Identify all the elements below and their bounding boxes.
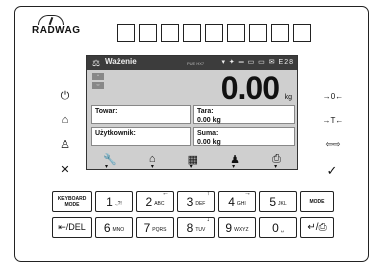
mode-button[interactable]: MODE [300, 191, 334, 212]
field-towar[interactable]: Towar: [91, 105, 191, 124]
key-4[interactable]: 4 GHI → [218, 190, 256, 212]
field-towar-label: Towar: [95, 108, 118, 115]
cancel-button[interactable]: ✕ [55, 163, 75, 176]
brand-logo-text: RADWAG [32, 25, 81, 36]
indicator-led [227, 24, 245, 42]
indicator-led [139, 24, 157, 42]
key-8[interactable]: 8 TUV ↓ [177, 216, 215, 238]
transfer-button[interactable]: ⇦⇨ [318, 139, 348, 150]
weight-readout: 0.00 [220, 70, 280, 106]
left-arrow-icon: ← [162, 190, 169, 197]
indicator-led [205, 24, 223, 42]
indicator-led [271, 24, 289, 42]
field-tara-label: Tara: [197, 108, 214, 115]
key-digit: 3 [186, 194, 194, 209]
field-suma[interactable]: Suma: 0.00 kg [193, 127, 295, 146]
printer-icon[interactable]: ⎙ [272, 153, 281, 170]
indicator-led [183, 24, 201, 42]
indicator-led [293, 24, 311, 42]
user-config-icon[interactable]: ♟ [230, 153, 240, 170]
barcode-icon[interactable]: ▦ [188, 153, 198, 170]
key-digit: 5 [269, 194, 277, 209]
warehouse-icon[interactable]: ⌂ [149, 153, 156, 170]
key-letters: JKL [278, 200, 287, 207]
key-digit: 9 [225, 220, 233, 235]
weight-unit: kg [284, 94, 292, 101]
key-digit: 7 [143, 220, 151, 235]
key-letters: .,?! [114, 200, 122, 207]
key-letters: WXYZ [234, 226, 249, 233]
key-letters: TUV [195, 226, 206, 233]
stability-indicator-icon: ⇔ [92, 82, 104, 89]
key-3[interactable]: 3 DEF ↑ [177, 190, 215, 212]
key-digit: 2 [145, 194, 153, 209]
field-uzytkownik[interactable]: Użytkownik: [91, 127, 191, 146]
up-arrow-icon: ↑ [206, 190, 211, 197]
user-button[interactable]: ♙ [55, 138, 75, 151]
key-0[interactable]: 0 ␣ [259, 217, 297, 238]
wrench-icon[interactable]: 🔧 [103, 153, 117, 170]
key-digit: 4 [228, 194, 235, 209]
home-button[interactable]: ⌂ [55, 114, 75, 126]
screen-topbar: ⚖ Ważenie PUE HX7 ▾ ✦ ═ ▭ ▭ ✉ E28 [87, 56, 297, 70]
key-digit: 8 [186, 220, 194, 235]
brand-logo: RADWAG [32, 15, 81, 36]
key-digit: 0 [272, 220, 279, 235]
logo-arc-icon [38, 15, 64, 25]
indicator-led [117, 24, 135, 42]
key-letters: ␣ [280, 226, 284, 233]
key-letters: DEF [195, 200, 206, 207]
indicator-leds [117, 24, 311, 42]
key-digit: 1 [106, 194, 113, 209]
down-arrow-icon: ↓ [206, 216, 211, 223]
enter-print-button[interactable]: ↵/⎙ [300, 217, 334, 238]
status-icons: ▾ ✦ ═ ▭ ▭ ✉ E28 [221, 59, 294, 66]
key-letters: GHI [236, 200, 246, 207]
key-letters: ABC [154, 200, 165, 207]
key-letters: PQRS [152, 226, 167, 233]
screen-subtitle: PUE HX7 [187, 61, 205, 66]
level-indicator-icon: ▫ [92, 73, 104, 80]
display-screen: ⚖ Ważenie PUE HX7 ▾ ✦ ═ ▭ ▭ ✉ E28 ▫ ⇔ 0.… [86, 55, 298, 170]
key-1[interactable]: 1.,?! [95, 191, 133, 212]
zero-button[interactable]: →0← [318, 92, 348, 101]
indicator-led [249, 24, 267, 42]
screen-toolbar: 🔧 ⌂ ▦ ♟ ⎙ [87, 149, 297, 171]
key-2[interactable]: 2 ABC ← [136, 190, 174, 212]
key-digit: 6 [103, 220, 111, 235]
field-uzytkownik-label: Użytkownik: [95, 130, 136, 137]
key-7[interactable]: 7 PQRS [136, 217, 174, 238]
keyboard-mode-button[interactable]: KEYBOARD MODE [52, 191, 92, 212]
power-button[interactable]: ⏻ [55, 90, 75, 103]
ok-button[interactable]: ✓ [322, 163, 342, 179]
indicator-led [161, 24, 179, 42]
field-tara-value: 0.00 kg [197, 117, 221, 124]
tare-button[interactable]: →T← [318, 116, 348, 125]
field-tara[interactable]: Tara: 0.00 kg [193, 105, 295, 124]
key-6[interactable]: 6 MNO [95, 217, 133, 238]
field-suma-label: Suma: [197, 130, 219, 137]
screen-title: Ważenie [105, 57, 137, 66]
scale-icon: ⚖ [92, 58, 101, 68]
key-9[interactable]: 9 WXYZ [218, 217, 256, 238]
del-button[interactable]: ⇤/DEL [52, 217, 92, 238]
key-letters: MNO [112, 226, 125, 233]
key-5[interactable]: 5 JKL [259, 191, 297, 212]
field-suma-value: 0.00 kg [197, 139, 221, 146]
right-arrow-icon: → [244, 190, 251, 197]
